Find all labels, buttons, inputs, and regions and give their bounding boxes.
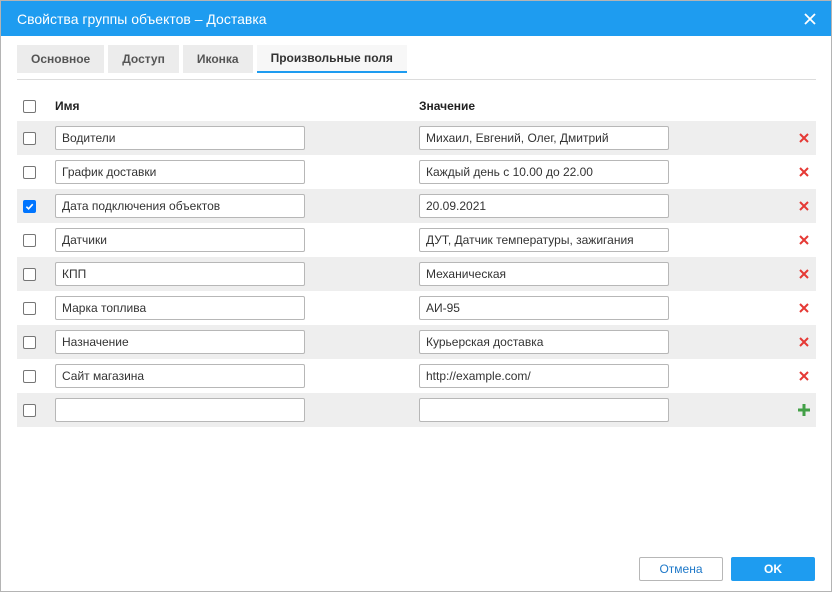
delete-row-button[interactable]	[796, 198, 812, 214]
delete-row-button[interactable]	[796, 164, 812, 180]
row-checkbox[interactable]	[23, 131, 36, 145]
table-row	[17, 325, 816, 359]
field-value-input[interactable]	[419, 228, 669, 252]
field-name-input[interactable]	[55, 262, 305, 286]
tab-divider	[17, 79, 816, 80]
delete-icon	[798, 235, 809, 245]
tab-1[interactable]: Доступ	[108, 45, 179, 73]
title-bar: Свойства группы объектов – Доставка	[1, 1, 831, 36]
new-field-value-input[interactable]	[419, 398, 669, 422]
dialog-footer: Отмена OK	[639, 557, 815, 581]
delete-icon	[798, 337, 809, 347]
grid-header: Имя Значение	[17, 91, 816, 121]
field-name-input[interactable]	[55, 330, 305, 354]
check-icon	[25, 203, 34, 210]
delete-row-button[interactable]	[796, 334, 812, 350]
table-row	[17, 155, 816, 189]
column-header-value: Значение	[419, 99, 476, 113]
table-row	[17, 223, 816, 257]
field-value-input[interactable]	[419, 364, 669, 388]
delete-icon	[798, 303, 809, 313]
delete-row-button[interactable]	[796, 232, 812, 248]
row-checkbox[interactable]	[23, 165, 36, 179]
field-name-input[interactable]	[55, 194, 305, 218]
field-name-input[interactable]	[55, 160, 305, 184]
properties-dialog: Свойства группы объектов – Доставка Осно…	[0, 0, 832, 592]
delete-row-button[interactable]	[796, 266, 812, 282]
dialog-title: Свойства группы объектов – Доставка	[17, 10, 267, 27]
delete-row-button[interactable]	[796, 368, 812, 384]
select-all-checkbox[interactable]	[23, 99, 36, 113]
field-value-input[interactable]	[419, 160, 669, 184]
row-checkbox[interactable]	[23, 335, 36, 349]
delete-row-button[interactable]	[796, 300, 812, 316]
add-row-button[interactable]	[796, 402, 812, 418]
new-field-name-input[interactable]	[55, 398, 305, 422]
delete-icon	[798, 201, 809, 211]
field-value-input[interactable]	[419, 126, 669, 150]
new-field-row	[17, 393, 816, 427]
row-checkbox[interactable]	[23, 233, 36, 247]
column-header-name: Имя	[55, 99, 80, 113]
table-row	[17, 189, 816, 223]
tab-2[interactable]: Иконка	[182, 45, 253, 73]
field-name-input[interactable]	[55, 296, 305, 320]
tab-bar: Основное Доступ Иконка Произвольные поля	[17, 45, 411, 73]
row-checkbox[interactable]	[23, 369, 36, 383]
field-value-input[interactable]	[419, 330, 669, 354]
row-checkbox[interactable]	[23, 403, 36, 417]
field-name-input[interactable]	[55, 126, 305, 150]
delete-icon	[798, 269, 809, 279]
field-value-input[interactable]	[419, 194, 669, 218]
table-row	[17, 257, 816, 291]
delete-row-button[interactable]	[796, 130, 812, 146]
delete-icon	[798, 167, 809, 177]
close-icon	[804, 12, 816, 25]
row-checkbox[interactable]	[23, 199, 36, 213]
table-row	[17, 291, 816, 325]
close-button[interactable]	[797, 6, 823, 32]
field-value-input[interactable]	[419, 296, 669, 320]
add-icon	[797, 404, 810, 416]
table-row	[17, 121, 816, 155]
field-name-input[interactable]	[55, 228, 305, 252]
tab-3[interactable]: Произвольные поля	[256, 45, 407, 73]
custom-fields-grid: Имя Значение	[17, 91, 816, 427]
cancel-button[interactable]: Отмена	[639, 557, 723, 581]
tab-0[interactable]: Основное	[17, 45, 105, 73]
delete-icon	[798, 371, 809, 381]
row-checkbox[interactable]	[23, 267, 36, 281]
field-value-input[interactable]	[419, 262, 669, 286]
table-row	[17, 359, 816, 393]
row-checkbox[interactable]	[23, 301, 36, 315]
grid-body	[17, 121, 816, 427]
ok-button[interactable]: OK	[731, 557, 815, 581]
field-name-input[interactable]	[55, 364, 305, 388]
delete-icon	[798, 133, 809, 143]
